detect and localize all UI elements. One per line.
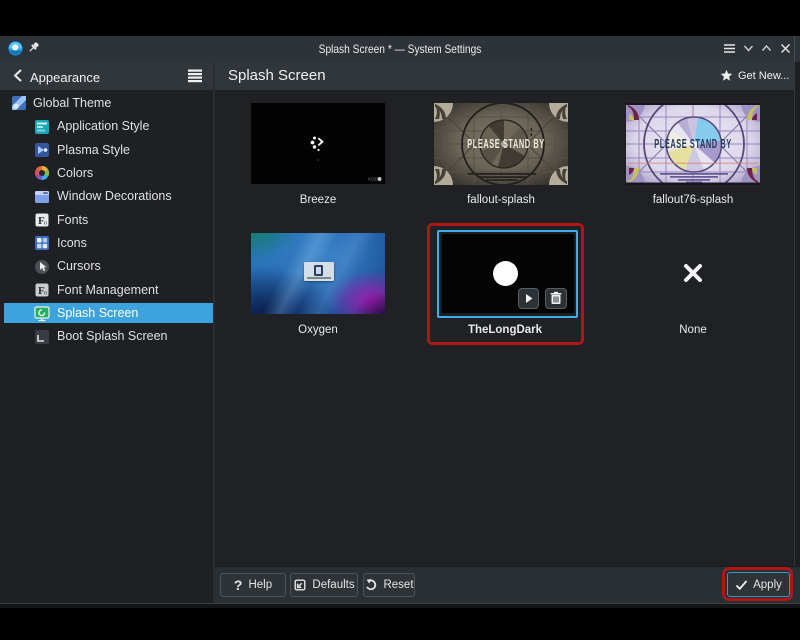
svg-text:PLEASE STAND BY: PLEASE STAND BY bbox=[654, 136, 732, 151]
svg-text:PLEASE STAND BY: PLEASE STAND BY bbox=[467, 136, 545, 151]
svg-text:o: o bbox=[44, 290, 47, 297]
svg-text:o: o bbox=[44, 220, 47, 227]
svg-text:KDE: KDE bbox=[368, 177, 377, 182]
